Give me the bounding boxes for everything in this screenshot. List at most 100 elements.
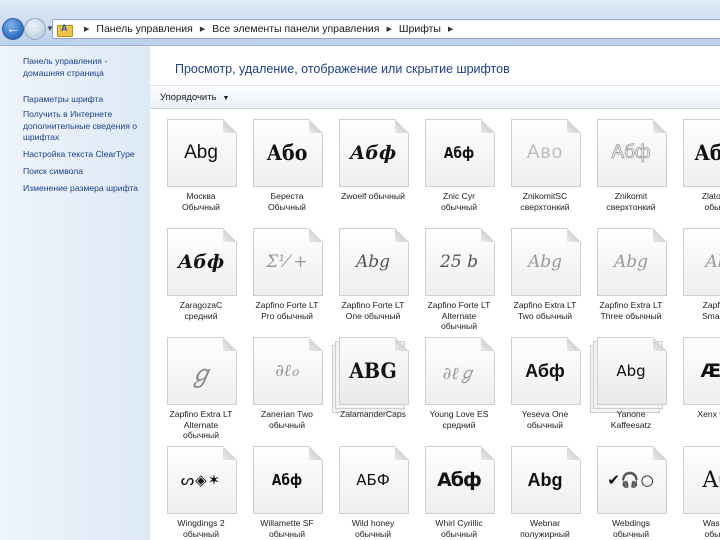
font-name-line: Willamette SF xyxy=(260,518,314,528)
organize-button[interactable]: Упорядочить ▼ xyxy=(160,92,229,103)
font-name: Xenx wins xyxy=(674,409,720,420)
font-name: Zapfino Extra LT Three обычный xyxy=(588,300,674,321)
font-name-line: обычный xyxy=(440,201,478,212)
font-name: Zapfino Forte LT Pro обычный xyxy=(244,300,330,321)
page-fold xyxy=(223,228,237,242)
font-preview: Абф xyxy=(349,142,397,164)
font-tile[interactable]: Σ⅟ + Zapfino Forte LT Pro обычный xyxy=(250,228,330,334)
font-preview: Abg xyxy=(184,142,218,163)
font-name-line: обычный xyxy=(268,528,306,539)
font-tile[interactable]: Abg Москва Обычный xyxy=(164,119,244,225)
font-tile[interactable]: ℊ Zapfino Extra LT Alternate обычный xyxy=(164,337,244,443)
font-tile[interactable]: Ab ZapfinoSmall C xyxy=(680,228,720,334)
font-tile[interactable]: Aвo ZnikomitSC сверхтонкий xyxy=(508,119,588,225)
font-tile[interactable]: ∂ℓℴ Zanerian Two обычный xyxy=(250,337,330,443)
address-bar[interactable]: ▶ Панель управления ▶ Все элементы панел… xyxy=(52,19,720,39)
page-fold xyxy=(395,119,409,133)
font-name: ZapfinoSmall C xyxy=(674,300,720,321)
change-font-size-link[interactable]: Изменение размера шрифта xyxy=(23,183,147,195)
font-preview: ᔕ◈✶ xyxy=(180,471,222,489)
font-name-line: Small C xyxy=(701,310,720,321)
font-name-line: средний xyxy=(184,310,218,321)
breadcrumb-all-items[interactable]: Все элементы панели управления xyxy=(212,23,379,35)
font-tile[interactable]: Абф ZaragozaC средний xyxy=(164,228,244,334)
font-name-line: обычный xyxy=(526,419,564,430)
font-name-line: Zapfino Extra LT xyxy=(513,300,577,310)
page-fold xyxy=(653,119,667,133)
page-fold xyxy=(395,446,409,460)
page-fold xyxy=(567,119,581,133)
font-tile[interactable]: ∂ℓℊ Young Love ES средний xyxy=(422,337,502,443)
page-fold xyxy=(309,337,323,351)
navigation-bar: ← → ▼ ▶ Панель управления ▶ Все элементы… xyxy=(0,0,720,46)
forward-button[interactable]: → xyxy=(24,18,46,40)
font-tile[interactable]: Аб Washinобычн xyxy=(680,446,720,540)
font-tile[interactable]: AБФ Wild honey обычный xyxy=(336,446,416,540)
font-name: ZaragozaC средний xyxy=(158,300,244,321)
font-preview: Абф xyxy=(694,140,720,166)
font-tile[interactable]: Абф Whirl Cyrillic обычный xyxy=(422,446,502,540)
font-tile[interactable]: ÆБ Xenx wins xyxy=(680,337,720,443)
get-more-fonts-info-link[interactable]: Получить в Интернете дополнительные свед… xyxy=(23,109,147,144)
arrow-right-icon: → xyxy=(28,20,42,36)
font-name-line: средний xyxy=(442,419,476,430)
font-name-line: сверхтонкий xyxy=(520,201,570,212)
font-name: Zapfino Extra LT Two обычный xyxy=(502,300,588,321)
find-character-link[interactable]: Поиск символа xyxy=(23,166,147,178)
font-tile[interactable]: Abg Zapfino Extra LT Three обычный xyxy=(594,228,674,334)
font-preview: Abg xyxy=(616,362,646,380)
font-tile[interactable]: ᔕ◈✶ Wingdings 2 обычный xyxy=(164,446,244,540)
chevron-right-icon[interactable]: ▶ xyxy=(200,25,205,33)
chevron-right-icon[interactable]: ▶ xyxy=(84,25,89,33)
breadcrumb-control-panel[interactable]: Панель управления xyxy=(96,23,192,35)
font-name-line: Webdings xyxy=(611,518,651,528)
font-tile[interactable]: Абф Zwoelf обычный xyxy=(336,119,416,225)
font-name-line: Washin xyxy=(702,518,720,528)
font-tile[interactable]: Abg Zapfino Extra LT Two обычный xyxy=(508,228,588,334)
chevron-right-icon[interactable]: ▶ xyxy=(448,25,453,33)
font-tile[interactable]: ✔🎧○ Webdings обычный xyxy=(594,446,674,540)
font-name: Zwoelf обычный xyxy=(330,191,416,202)
font-preview: Абф xyxy=(271,471,303,489)
page-fold xyxy=(567,446,581,460)
font-preview: Abg xyxy=(527,469,563,490)
font-preview: AБФ xyxy=(356,471,390,489)
cleartype-link[interactable]: Настройка текста ClearType xyxy=(23,149,147,161)
font-tile[interactable]: Абф Willamette SF обычный xyxy=(250,446,330,540)
font-preview: Σ⅟ + xyxy=(266,252,308,272)
font-name: Webnar полужирный xyxy=(502,518,588,539)
font-name: Москва Обычный xyxy=(158,191,244,212)
font-preview: ℊ xyxy=(189,359,213,388)
font-preview: Абф xyxy=(437,469,482,491)
page-title: Просмотр, удаление, отображение или скры… xyxy=(175,62,510,76)
font-tile[interactable]: 25 b Zapfino Forte LT Alternate обычный xyxy=(422,228,502,334)
font-tile[interactable]: Абф Zlatoustобычн xyxy=(680,119,720,225)
font-name: Yeseva One обычный xyxy=(502,409,588,430)
font-name: Zapfino Extra LT Alternate обычный xyxy=(158,409,244,441)
font-tile[interactable]: Abg Yanone Kaffeesatz xyxy=(590,337,674,443)
font-name-line: Znic Cyr xyxy=(443,191,475,201)
font-settings-link[interactable]: Параметры шрифта xyxy=(23,94,147,106)
font-tile[interactable]: Abg Zapfino Forte LT One обычный xyxy=(336,228,416,334)
font-name-line: обычный xyxy=(268,419,306,430)
font-name-line: обычный xyxy=(182,528,220,539)
font-tile[interactable]: Aбф Znikomit сверхтонкий xyxy=(594,119,674,225)
fonts-folder-icon xyxy=(57,23,73,37)
control-panel-home-link[interactable]: Панель управления - домашняя страница xyxy=(23,56,147,79)
font-name: Wild honey обычный xyxy=(330,518,416,539)
font-tile[interactable]: Абф Znic Cyr обычный xyxy=(422,119,502,225)
font-preview: 25 b xyxy=(440,252,478,272)
font-tile[interactable]: Абф Yeseva One обычный xyxy=(508,337,588,443)
font-name-line: Береста xyxy=(270,191,304,201)
font-tile[interactable]: Abg Webnar полужирный xyxy=(508,446,588,540)
font-name-line: Zapfino Forte LT xyxy=(341,300,405,310)
font-name-line: Zapfino Extra LT xyxy=(599,300,663,310)
font-tile[interactable]: Або Береста Обычный xyxy=(250,119,330,225)
breadcrumb-fonts[interactable]: Шрифты xyxy=(399,23,441,35)
chevron-right-icon[interactable]: ▶ xyxy=(386,25,391,33)
page-fold xyxy=(567,337,581,351)
organize-label: Упорядочить xyxy=(160,92,217,103)
back-button[interactable]: ← xyxy=(2,18,24,40)
font-tile[interactable]: ABG ZalamanderCaps xyxy=(332,337,416,443)
font-name: Zapfino Forte LT One обычный xyxy=(330,300,416,321)
